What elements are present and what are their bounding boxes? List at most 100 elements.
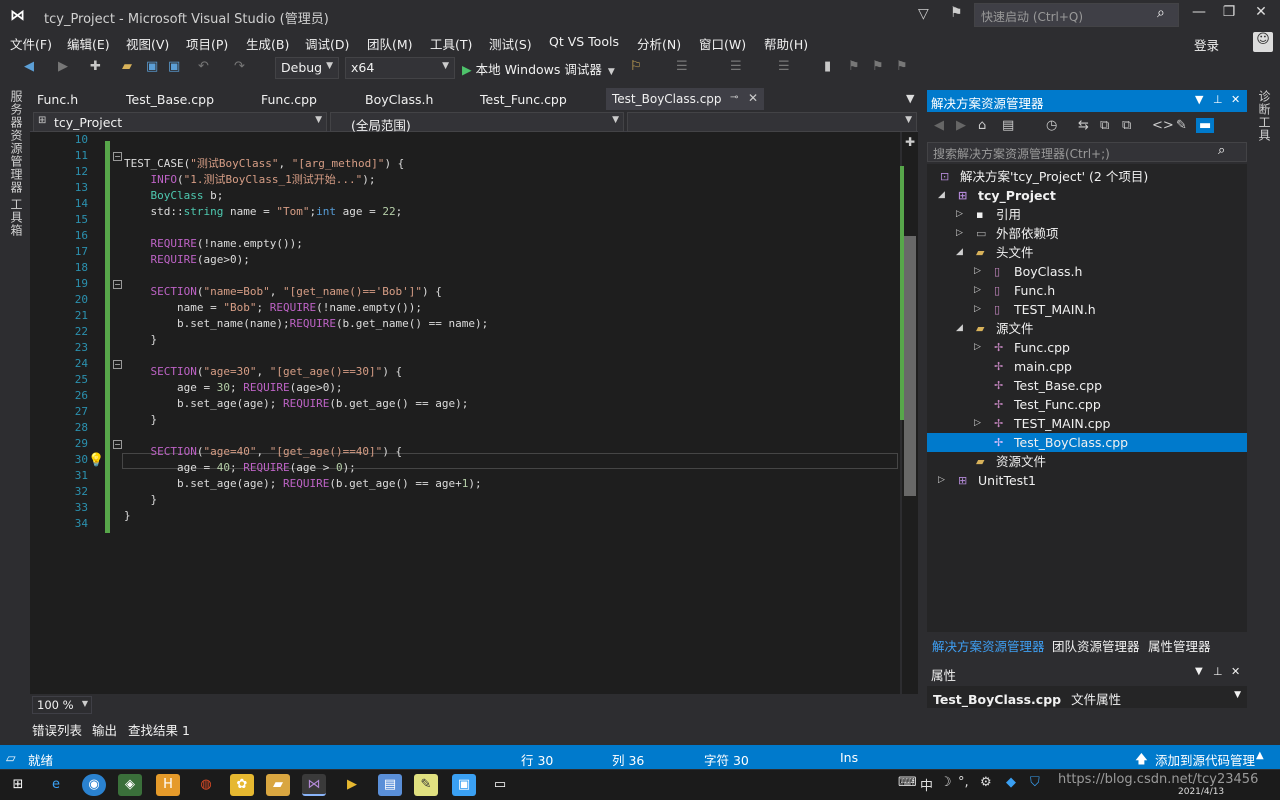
solution-explorer-tab[interactable]: 解决方案资源管理器 <box>932 636 1045 655</box>
chevron-down-icon[interactable]: ▼ <box>1195 666 1203 677</box>
bookmark-prev-icon[interactable]: ⚑ <box>848 59 860 74</box>
tree-item-test-boyclass-cpp[interactable]: ✢ Test_BoyClass.cpp <box>974 433 1128 452</box>
tab-overflow-icon[interactable]: ▼ <box>906 92 914 105</box>
property-manager-tab[interactable]: 属性管理器 <box>1148 636 1211 655</box>
server-explorer-tab[interactable]: 服务器资源管理器 <box>8 90 25 194</box>
menu-window[interactable]: 窗口(W) <box>699 34 746 53</box>
preview-icon[interactable]: ▬ <box>1196 118 1215 133</box>
collapsed-arrow-icon[interactable]: ▷ <box>974 414 981 433</box>
menu-build[interactable]: 生成(B) <box>246 34 289 53</box>
home-icon[interactable]: ⌂ <box>978 118 986 133</box>
zoom-select[interactable]: 100 % ▼ <box>32 696 92 714</box>
run-debugger-button[interactable]: ▶ 本地 Windows 调试器 ▼ <box>462 59 615 78</box>
project-dropdown[interactable]: ⊞ tcy_Project ▼ <box>33 112 327 132</box>
scrollbar-thumb[interactable] <box>904 236 916 496</box>
menu-help[interactable]: 帮助(H) <box>764 34 808 53</box>
code-text[interactable]: TEST_CASE("测试BoyClass", "[arg_method]") … <box>124 140 900 540</box>
close-icon[interactable]: ✕ <box>1231 93 1240 106</box>
search-icon[interactable]: ⌕ <box>1157 5 1165 21</box>
tree-item-unittest1[interactable]: ▷ ⊞ UnitTest1 <box>938 471 1036 490</box>
tree-item-test-base-cpp[interactable]: ✢ Test_Base.cpp <box>974 376 1102 395</box>
visual-studio-icon[interactable]: ⋈ <box>302 774 326 796</box>
indent-icon[interactable]: ☰ <box>730 59 742 74</box>
app-icon[interactable]: ✿ <box>230 774 254 796</box>
app-icon[interactable]: ◈ <box>118 774 142 796</box>
split-editor-icon[interactable]: ✚ <box>905 135 915 149</box>
menu-test[interactable]: 测试(S) <box>489 34 532 53</box>
tree-item-references[interactable]: ▷ ▪ 引用 <box>956 205 1021 224</box>
tree-item-func-h[interactable]: ▷ ▯ Func.h <box>974 281 1055 300</box>
tree-item-project[interactable]: ◢ ⊞ tcy_Project <box>938 186 1056 205</box>
save-all-icon[interactable]: ▣ <box>168 59 180 74</box>
fold-toggle-icon[interactable]: − <box>113 280 122 289</box>
pin-icon[interactable]: ⊥ <box>1213 665 1223 678</box>
solution-search-input[interactable]: 搜索解决方案资源管理器(Ctrl+;) <box>927 142 1247 162</box>
start-icon[interactable]: ⊞ <box>6 774 30 796</box>
shield-icon[interactable]: ⛉ <box>1030 775 1040 790</box>
clock-date[interactable]: 2021/4/13 <box>1178 787 1224 797</box>
doc-tab-test-func[interactable]: Test_Func.cpp <box>480 90 567 110</box>
tree-item-boyclass-h[interactable]: ▷ ▯ BoyClass.h <box>974 262 1082 281</box>
app-icon[interactable]: H <box>156 774 180 796</box>
menu-analyze[interactable]: 分析(N) <box>637 34 681 53</box>
menu-tools[interactable]: 工具(T) <box>430 34 472 53</box>
close-button[interactable]: ✕ <box>1246 4 1276 20</box>
doc-tab-func-cpp[interactable]: Func.cpp <box>261 90 317 110</box>
menu-debug[interactable]: 调试(D) <box>305 34 349 53</box>
collapsed-arrow-icon[interactable]: ▷ <box>974 338 981 357</box>
tree-item-source-files[interactable]: ◢ ▰ 源文件 <box>956 319 1034 338</box>
tray-app-icon[interactable]: ◆ <box>1006 775 1016 790</box>
file-explorer-icon[interactable]: ▰ <box>266 774 290 796</box>
app-icon[interactable]: ▤ <box>378 774 402 796</box>
back-icon[interactable]: ◀ <box>24 59 34 74</box>
account-icon[interactable]: ☺ <box>1253 32 1273 52</box>
edge-icon[interactable]: e <box>44 774 68 796</box>
chevron-down-icon[interactable]: ▼ <box>1195 93 1203 106</box>
punctuation-icon[interactable]: °, <box>958 775 969 790</box>
scope-dropdown[interactable]: (全局范围) ▼ <box>330 112 624 133</box>
collapsed-arrow-icon[interactable]: ▷ <box>938 471 945 490</box>
tree-item-header-files[interactable]: ◢ ▰ 头文件 <box>956 243 1034 262</box>
search-icon[interactable]: ⌕ <box>1218 143 1225 158</box>
open-file-icon[interactable]: ▰ <box>122 59 132 74</box>
find-results-tab[interactable]: 查找结果 1 <box>128 720 190 739</box>
doc-tab-test-base[interactable]: Test_Base.cpp <box>126 90 214 110</box>
menu-file[interactable]: 文件(F) <box>10 34 52 53</box>
app-icon[interactable]: ▭ <box>488 774 512 796</box>
properties-object-select[interactable]: Test_BoyClass.cpp 文件属性 ▼ <box>927 686 1247 708</box>
close-icon[interactable]: ✕ <box>748 91 758 105</box>
comment-icon[interactable]: ☰ <box>778 59 790 74</box>
browser-icon[interactable]: ◉ <box>82 774 106 796</box>
add-to-source-control[interactable]: 添加到源代码管理 <box>1155 750 1255 769</box>
history-icon[interactable]: ◷ <box>1046 118 1057 133</box>
tree-item-external-deps[interactable]: ▷ ▭ 外部依赖项 <box>956 224 1059 243</box>
bookmark-clear-icon[interactable]: ⚑ <box>896 59 908 74</box>
tree-item-test-func-cpp[interactable]: ✢ Test_Func.cpp <box>974 395 1101 414</box>
doc-tab-boyclass-h[interactable]: BoyClass.h <box>365 90 433 110</box>
tree-item-func-cpp[interactable]: ▷ ✢ Func.cpp <box>974 338 1070 357</box>
tree-item-main-cpp[interactable]: ✢ main.cpp <box>974 357 1072 376</box>
collapse-all-icon[interactable]: ⧉ <box>1100 118 1109 133</box>
fold-toggle-icon[interactable]: − <box>113 360 122 369</box>
doc-tab-test-boyclass[interactable]: Test_BoyClass.cpp ⊸ ✕ <box>606 88 764 110</box>
back-icon[interactable]: ◀ <box>934 118 944 133</box>
new-project-icon[interactable]: ✚ <box>90 59 101 74</box>
app-icon[interactable]: ▶ <box>340 774 364 796</box>
chevron-up-icon[interactable]: ▲ <box>1256 750 1264 761</box>
attach-icon[interactable]: ⚐ <box>630 59 642 74</box>
platform-select[interactable]: x64 ▼ <box>345 57 455 79</box>
photos-icon[interactable]: ▣ <box>452 774 476 796</box>
undo-icon[interactable]: ↶ <box>198 59 209 74</box>
bookmark-icon[interactable]: ▮ <box>824 59 831 74</box>
pin-icon[interactable]: ⊥ <box>1213 93 1223 106</box>
expanded-arrow-icon[interactable]: ◢ <box>956 319 963 338</box>
forward-icon[interactable]: ▶ <box>956 118 966 133</box>
diagnostic-tools-tab[interactable]: 诊断工具 <box>1256 90 1273 142</box>
menu-project[interactable]: 项目(P) <box>186 34 228 53</box>
maximize-button[interactable]: ❐ <box>1214 4 1244 20</box>
close-icon[interactable]: ✕ <box>1231 665 1240 678</box>
ime-indicator[interactable]: 中 <box>920 775 933 794</box>
doc-tab-func-h[interactable]: Func.h <box>37 90 78 110</box>
minimize-button[interactable]: — <box>1184 4 1214 20</box>
menu-qt-vs-tools[interactable]: Qt VS Tools <box>549 34 619 49</box>
